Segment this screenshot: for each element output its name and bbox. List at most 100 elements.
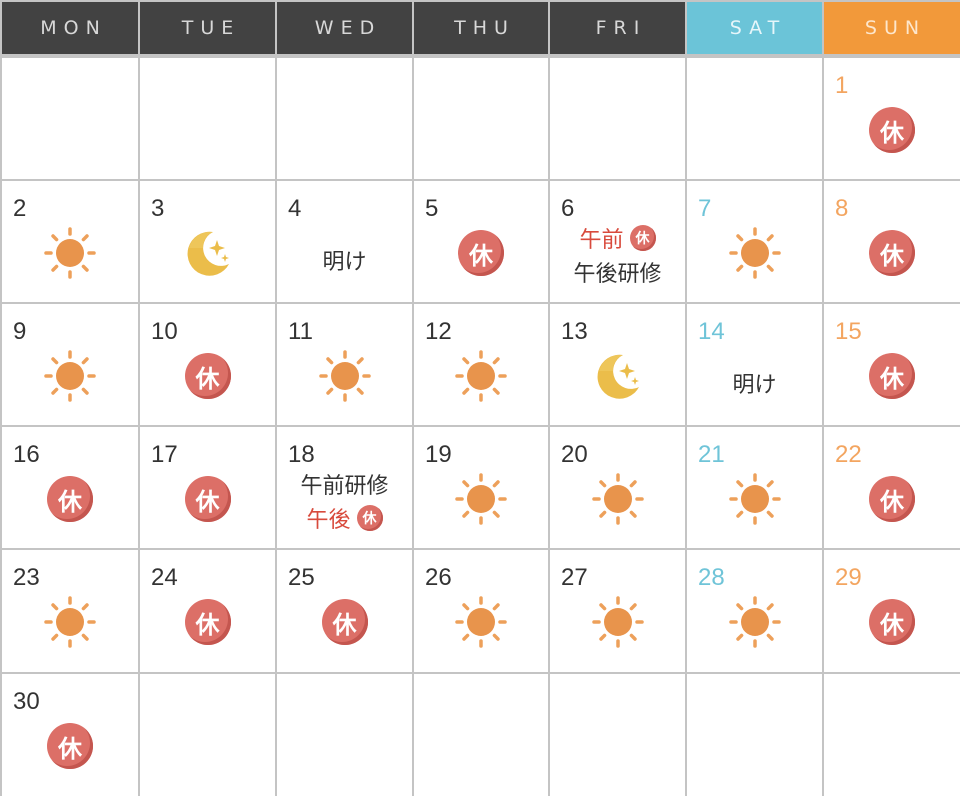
sun-icon	[591, 472, 645, 526]
day-content	[687, 211, 822, 295]
day-cell[interactable]: 2	[2, 181, 138, 302]
empty-cell	[277, 58, 412, 179]
note-line: 明け	[322, 243, 366, 277]
day-cell[interactable]: 21	[687, 427, 822, 548]
holiday-badge: 休	[869, 107, 915, 153]
day-cell[interactable]: 16 休	[2, 427, 138, 548]
holiday-badge: 休	[869, 353, 915, 399]
sun-icon	[728, 595, 782, 649]
holiday-badge: 休	[184, 599, 231, 645]
day-cell[interactable]: 30 休	[2, 674, 138, 796]
day-content: 休	[2, 702, 138, 790]
day-number: 18	[288, 441, 315, 468]
header-mon: MON	[2, 2, 138, 54]
day-cell[interactable]: 13	[550, 304, 685, 425]
note-line: 午前研修	[300, 467, 388, 501]
empty-cell	[550, 58, 685, 179]
sun-icon	[43, 226, 97, 280]
holiday-badge: 休	[47, 723, 93, 769]
day-content: 明け	[277, 243, 412, 277]
sun-icon	[591, 595, 645, 649]
day-cell[interactable]: 23	[2, 550, 138, 672]
empty-cell	[414, 674, 548, 796]
holiday-badge: 休	[629, 225, 656, 251]
day-cell[interactable]: 10 休	[140, 304, 275, 425]
sun-icon	[454, 472, 508, 526]
note-text: 明け	[322, 250, 367, 275]
day-content	[414, 580, 548, 664]
day-content	[687, 457, 822, 541]
day-cell[interactable]: 24 休	[140, 550, 275, 672]
day-cell[interactable]: 26	[414, 550, 548, 672]
day-content: 休	[824, 86, 960, 174]
day-cell[interactable]: 29 休	[824, 550, 960, 672]
calendar: MON TUE WED THU FRI SAT SUN 1 休 2 3 4 明け 5 休 6 午前休午後研修 7…	[0, 0, 960, 796]
note-line: 午後休	[306, 501, 383, 535]
day-cell[interactable]: 11	[277, 304, 412, 425]
empty-cell	[2, 58, 138, 179]
note-line: 午前休	[579, 221, 656, 255]
empty-cell	[277, 674, 412, 796]
day-cell[interactable]: 9	[2, 304, 138, 425]
holiday-badge: 休	[47, 476, 93, 522]
day-cell[interactable]: 1休	[824, 58, 960, 179]
day-cell[interactable]: 20	[550, 427, 685, 548]
day-cell[interactable]: 6 午前休午後研修	[550, 181, 685, 302]
day-number: 14	[698, 318, 725, 345]
header-sun: SUN	[824, 2, 960, 54]
day-cell[interactable]: 19	[414, 427, 548, 548]
day-content: 午前休午後研修	[550, 221, 685, 289]
empty-cell	[824, 674, 960, 796]
empty-cell	[140, 674, 275, 796]
day-content: 休	[140, 332, 275, 420]
holiday-badge: 休	[184, 476, 231, 522]
day-cell[interactable]: 8休	[824, 181, 960, 302]
day-content	[2, 211, 138, 295]
empty-cell	[687, 58, 822, 179]
day-content: 休	[414, 209, 548, 297]
day-content	[414, 457, 548, 541]
day-content: 明け	[687, 366, 822, 400]
holiday-badge: 休	[869, 230, 915, 276]
day-cell[interactable]: 15 休	[824, 304, 960, 425]
sun-icon	[728, 226, 782, 280]
day-cell[interactable]: 27	[550, 550, 685, 672]
empty-cell	[550, 674, 685, 796]
day-cell[interactable]: 14 明け	[687, 304, 822, 425]
moon-icon	[593, 351, 643, 401]
day-cell[interactable]: 4 明け	[277, 181, 412, 302]
day-cell[interactable]: 17 休	[140, 427, 275, 548]
day-cell[interactable]: 12	[414, 304, 548, 425]
note-text: 午前	[579, 228, 624, 253]
holiday-badge: 休	[869, 599, 915, 645]
day-cell[interactable]: 3	[140, 181, 275, 302]
empty-cell	[687, 674, 822, 796]
header-thu: THU	[414, 2, 548, 54]
day-cell[interactable]: 5休	[414, 181, 548, 302]
sun-icon	[454, 595, 508, 649]
sun-icon	[43, 349, 97, 403]
note-text: 午後研修	[573, 262, 662, 287]
day-content: 午前研修 午後休	[277, 467, 412, 535]
moon-icon	[183, 228, 233, 278]
header-sat: SAT	[687, 2, 822, 54]
sun-icon	[43, 595, 97, 649]
header-wed: WED	[277, 2, 412, 54]
note-line: 午後研修	[573, 255, 661, 289]
day-cell[interactable]: 25 休	[277, 550, 412, 672]
holiday-badge: 休	[869, 476, 915, 522]
holiday-badge: 休	[321, 599, 368, 645]
day-cell[interactable]: 18 午前研修 午後休	[277, 427, 412, 548]
day-cell[interactable]: 28	[687, 550, 822, 672]
day-content: 休	[824, 455, 960, 543]
day-content: 休	[824, 209, 960, 297]
day-number: 6	[561, 195, 575, 222]
day-cell[interactable]: 7	[687, 181, 822, 302]
day-cell[interactable]: 22 休	[824, 427, 960, 548]
empty-cell	[140, 58, 275, 179]
day-content	[140, 211, 275, 295]
day-content: 休	[824, 332, 960, 420]
day-content	[2, 334, 138, 418]
holiday-badge: 休	[184, 353, 231, 399]
note-text: 午後	[306, 508, 351, 533]
